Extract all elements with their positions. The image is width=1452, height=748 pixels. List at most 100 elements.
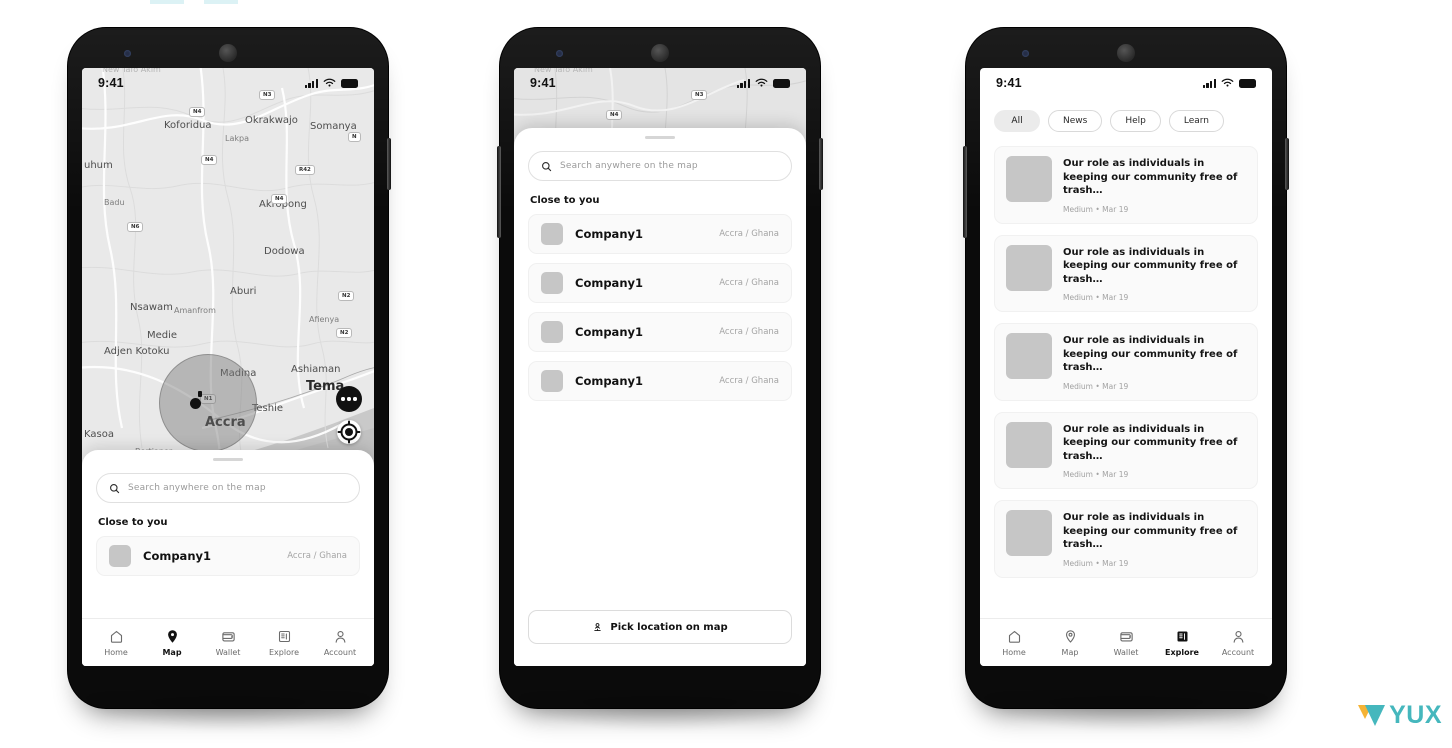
sidebar-item-account[interactable]: Account [314,629,366,657]
search-placeholder: Search anywhere on the map [560,161,698,171]
sidebar-item-wallet[interactable]: Wallet [1100,629,1152,657]
list-item[interactable]: Company1 Accra / Ghana [528,214,792,254]
list-item[interactable]: Company1 Accra / Ghana [528,361,792,401]
road-badge: N [348,132,361,142]
phone-mockup-map: New Tafo Akim Koforidua Okrakwajo Somany… [68,28,391,732]
sheet-grabber[interactable] [213,458,243,461]
sheet-grabber[interactable] [645,136,675,139]
list-item[interactable]: Our role as individuals in keeping our c… [994,500,1258,578]
article-text: Our role as individuals in keeping our c… [1063,245,1246,303]
map-label: Aburi [230,286,257,297]
filter-chip-learn[interactable]: Learn [1168,110,1225,132]
wifi-icon [1221,78,1234,87]
road-badge: N4 [189,107,206,117]
status-icons [304,78,358,88]
tab-label: Account [323,647,357,657]
company-name: Company1 [575,227,644,241]
pick-location-footer: Pick location on map [514,610,806,666]
status-bar: 9:41 [514,68,806,98]
status-icons [736,78,790,88]
sidebar-item-explore[interactable]: Explore [258,629,310,657]
article-list: Our role as individuals in keeping our c… [980,132,1272,578]
map-label: Dodowa [264,246,305,257]
map-label: Afienya [309,315,340,324]
map-label: Nsawam [130,302,173,313]
filter-chip-all[interactable]: All [994,110,1040,132]
road-badge: N6 [127,222,144,232]
list-item[interactable]: Company1 Accra / Ghana [528,312,792,352]
map-pin-person-icon [594,622,602,631]
home-icon [110,630,122,643]
list-item[interactable]: Our role as individuals in keeping our c… [994,234,1258,312]
search-placeholder: Search anywhere on the map [128,483,266,493]
list-item[interactable]: Our role as individuals in keeping our c… [994,323,1258,401]
sidebar-item-map[interactable]: Map [146,629,198,657]
power-button[interactable] [819,138,823,190]
bottom-tab-bar: Home Map Wallet Explore Account [980,618,1272,666]
tab-label: Wallet [215,647,241,657]
volume-button[interactable] [497,146,501,238]
phone-mockup-location-search: New Tafo Akim N3 N4 9:41 Search anywhere… [497,28,823,732]
tab-label: Wallet [1113,647,1139,657]
explore-news-icon [278,630,290,642]
article-title: Our role as individuals in keeping our c… [1063,335,1238,373]
tab-label: Map [1061,647,1079,657]
battery-full-icon [1239,78,1256,88]
company-name: Company1 [575,325,644,339]
sidebar-item-map[interactable]: Map [1044,629,1096,657]
current-location-dot [190,398,201,409]
screenshot-canvas: New Tafo Akim Koforidua Okrakwajo Somany… [0,0,1452,748]
location-search-sheet: Search anywhere on the map Close to you … [514,128,806,666]
battery-full-icon [341,78,358,88]
company-location: Accra / Ghana [719,229,779,239]
sidebar-item-wallet[interactable]: Wallet [202,629,254,657]
article-text: Our role as individuals in keeping our c… [1063,510,1246,568]
secondary-marker [198,391,202,397]
article-text: Our role as individuals in keeping our c… [1063,156,1246,214]
phone-mockup-explore: 9:41 All News Help Learn Our role as ind… [963,28,1289,732]
front-camera-icon [556,50,563,57]
map-pin-icon [167,629,177,643]
front-camera-icon [1022,50,1029,57]
article-title: Our role as individuals in keeping our c… [1063,512,1238,550]
explore-news-icon [1177,631,1187,641]
chip-label: Learn [1183,116,1210,126]
sidebar-item-account[interactable]: Account [1212,629,1264,657]
filter-chip-news[interactable]: News [1048,110,1103,132]
clipped-artifact [150,0,184,4]
article-meta: Medium • Mar 19 [1063,470,1129,479]
more-options-icon[interactable] [336,386,362,412]
list-item[interactable]: Company1 Accra / Ghana [528,263,792,303]
person-icon [335,630,345,643]
map-pin-icon [1065,629,1075,643]
map-label: Kasoa [84,429,114,440]
road-badge: N2 [336,328,353,338]
list-item[interactable]: Our role as individuals in keeping our c… [994,146,1258,224]
geofence-circle [159,354,257,452]
filter-chip-help[interactable]: Help [1110,110,1161,132]
locate-me-icon[interactable] [337,420,361,444]
list-item[interactable]: Our role as individuals in keeping our c… [994,411,1258,489]
pick-location-on-map-button[interactable]: Pick location on map [528,610,792,644]
company-location: Accra / Ghana [719,376,779,386]
map-label: Okrakwajo [245,115,298,126]
section-title: Close to you [530,195,600,206]
sidebar-item-home[interactable]: Home [988,629,1040,657]
sidebar-item-home[interactable]: Home [90,629,142,657]
wifi-icon [755,78,768,87]
power-button[interactable] [387,138,391,190]
list-item[interactable]: Company1 Accra / Ghana [96,536,360,576]
search-input[interactable]: Search anywhere on the map [96,473,360,503]
tab-label: Home [1002,647,1026,657]
power-button[interactable] [1285,138,1289,190]
company-logo-placeholder [541,370,563,392]
battery-full-icon [773,78,790,88]
article-meta: Medium • Mar 19 [1063,293,1129,302]
volume-button[interactable] [963,146,967,238]
company-name: Company1 [575,374,644,388]
search-input[interactable]: Search anywhere on the map [528,151,792,181]
company-logo-placeholder [541,321,563,343]
sidebar-item-explore[interactable]: Explore [1156,629,1208,657]
company-logo-placeholder [541,223,563,245]
chip-label: All [1011,116,1023,126]
